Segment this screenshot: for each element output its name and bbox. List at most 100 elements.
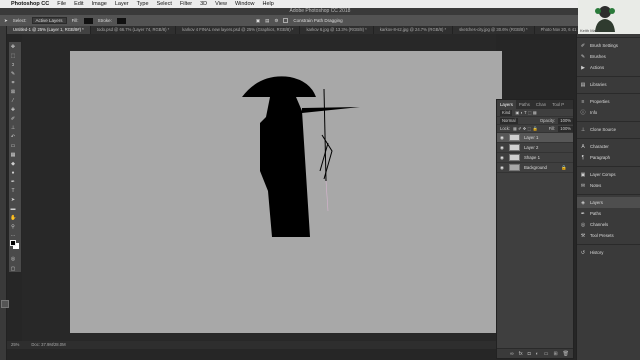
doc-tab-todo[interactable]: todo.psd @ 66.7% (Layer 74, RGB/8) * [91,26,177,34]
fill-input[interactable]: 100% [558,125,573,132]
move-tool-icon[interactable]: ✥ [10,44,16,50]
layer-row[interactable]: ◉ Background 🔒 [497,163,573,173]
menu-select[interactable]: Select [157,1,172,7]
visibility-eye-icon[interactable]: ◉ [500,165,505,171]
type-tool-icon[interactable]: T [10,188,16,194]
doc-tab-sketches[interactable]: sketches-city.jpg @ 30.6% (RGB/8) * [453,26,535,34]
layer-row[interactable]: ◉ Layer 1 [497,133,573,143]
panel-tool-presets[interactable]: ⚒ Tool Presets [577,230,640,241]
menu-view[interactable]: View [215,1,227,7]
arm-shape [302,107,360,113]
pen-tool-icon[interactable]: ✒ [10,179,16,185]
panel-info[interactable]: ⓘ Info [577,107,640,118]
document-canvas[interactable] [70,51,502,333]
shape-tool-icon[interactable]: ▬ [10,206,16,212]
notes-icon: ✉ [580,182,586,189]
panel-notes[interactable]: ✉ Notes [577,180,640,191]
panel-character[interactable]: A Character [577,141,640,152]
more-tools-icon[interactable]: … [10,232,16,238]
healing-tool-icon[interactable]: ✚ [10,107,16,113]
doc-tab-karkov-8[interactable]: karkov-8-s2.jpg @ 24.7% (RGB/8) * [374,26,454,34]
blend-mode-select[interactable]: Normal [500,117,518,124]
stroke-swatch[interactable] [116,17,126,24]
doc-tab-photo[interactable]: Photo Nov 20, 6 41 24 AM.jpg @ [535,26,578,34]
constrain-checkbox[interactable] [283,18,289,23]
panel-channels[interactable]: ◎ Channels [577,219,640,230]
layer-row[interactable]: ◉ Layer 2 [497,143,573,153]
visibility-eye-icon[interactable]: ◉ [500,135,505,141]
align-icon[interactable]: ▣ [256,18,260,24]
panel-layer-comps[interactable]: ▣ Layer Comps [577,169,640,180]
doc-tab-karkov-6[interactable]: karkov 6.jpg @ 13.3% (RGB/8) * [300,26,374,34]
panel-paths[interactable]: ✒ Paths [577,208,640,219]
panel-actions[interactable]: ▶ Actions [577,62,640,73]
menu-image[interactable]: Image [92,1,107,7]
panel-paragraph[interactable]: ¶ Paragraph [577,152,640,163]
marquee-tool-icon[interactable]: ⬚ [10,53,16,59]
doc-tab-untitled[interactable]: Untitled-1 @ 25% (Layer 1, RGB/8#) * [7,26,91,34]
panel-properties[interactable]: ≡ Properties [577,96,640,107]
screen-mode-icon[interactable]: ▢ [10,266,16,272]
brush-tool-icon[interactable]: ✐ [10,116,16,122]
eraser-tool-icon[interactable]: ▭ [10,143,16,149]
menu-edit[interactable]: Edit [74,1,83,7]
visibility-eye-icon[interactable]: ◉ [500,155,505,161]
history-icon: ↺ [580,249,586,256]
arrange-icon[interactable]: ▤ [265,18,269,24]
panel-layers[interactable]: ◈ Layers [577,197,640,208]
lock-icons[interactable]: ▦ ✐ ✥ ⬚ 🔒 [513,126,538,132]
menu-type[interactable]: Type [137,1,149,7]
fill-swatch[interactable] [83,17,93,24]
dodge-tool-icon[interactable]: ● [10,170,16,176]
gear-icon[interactable]: ⚙ [274,18,278,24]
menu-help[interactable]: Help [263,1,274,7]
zoom-tool-icon[interactable]: ⚲ [10,224,16,230]
history-brush-tool-icon[interactable]: ↶ [10,134,16,140]
panel-clone-source[interactable]: ⊥ Clone Source [577,124,640,135]
blur-tool-icon[interactable]: ◆ [10,161,16,167]
select-dropdown[interactable]: Active Layers [31,17,67,24]
visibility-eye-icon[interactable]: ◉ [500,145,505,151]
quick-select-tool-icon[interactable]: ✎ [10,71,16,77]
zoom-level[interactable]: 25% [11,341,19,349]
layer-name: Layer 2 [524,145,539,150]
menu-file[interactable]: File [57,1,66,7]
menu-3d[interactable]: 3D [200,1,207,7]
layer-style-icon[interactable]: fx [519,351,523,357]
tab-layers[interactable]: Layers [497,100,516,109]
app-menu[interactable]: Photoshop CC [11,1,49,7]
panel-history[interactable]: ↺ History [577,247,640,258]
path-select-tool-icon[interactable]: ➤ [4,18,8,24]
tab-paths[interactable]: Paths [516,100,533,109]
tab-tool-presets[interactable]: Tool P [549,100,567,109]
adjustment-layer-icon[interactable]: ◐ [536,351,539,357]
panel-brushes[interactable]: ✎ Brushes [577,51,640,62]
paragraph-icon: ¶ [581,154,585,161]
menu-layer[interactable]: Layer [115,1,129,7]
foreground-color-swatch[interactable] [10,240,16,246]
tab-channels[interactable]: Chan [533,100,549,109]
path-select-icon[interactable]: ➤ [10,197,16,203]
filter-icons[interactable]: ▣ ◐ T ⬚ ▦ [515,110,536,115]
add-mask-icon[interactable]: ◘ [528,351,531,357]
layer-row[interactable]: ◉ Shape 1 [497,153,573,163]
menu-window[interactable]: Window [235,1,255,7]
link-layers-icon[interactable]: ∞ [510,351,514,357]
new-layer-icon[interactable]: ⊞ [553,351,557,357]
eyedropper-tool-icon[interactable]: ⁄ [10,98,16,104]
crop-tool-icon[interactable]: ⌗ [10,80,16,86]
panel-brush-settings[interactable]: ✐ Brush Settings [577,40,640,51]
panel-libraries[interactable]: ▤ Libraries [577,79,640,90]
quick-mask-icon[interactable]: ◎ [10,256,16,262]
doc-tab-karkov-final[interactable]: karkov 4 FINAL new layers.psd @ 25% (Gra… [176,26,301,34]
stamp-tool-icon[interactable]: ⊥ [10,125,16,131]
menu-filter[interactable]: Filter [180,1,192,7]
filter-kind-select[interactable]: Kind [500,109,513,116]
frame-tool-icon[interactable]: ⊠ [10,89,16,95]
lasso-tool-icon[interactable]: ↄ [10,62,16,68]
new-group-icon[interactable]: ▭ [544,351,549,357]
opacity-input[interactable]: 100% [558,117,573,124]
trash-icon[interactable]: 🗑 [563,351,569,357]
gradient-tool-icon[interactable]: ▦ [10,152,16,158]
hand-tool-icon[interactable]: ✋ [10,215,16,221]
